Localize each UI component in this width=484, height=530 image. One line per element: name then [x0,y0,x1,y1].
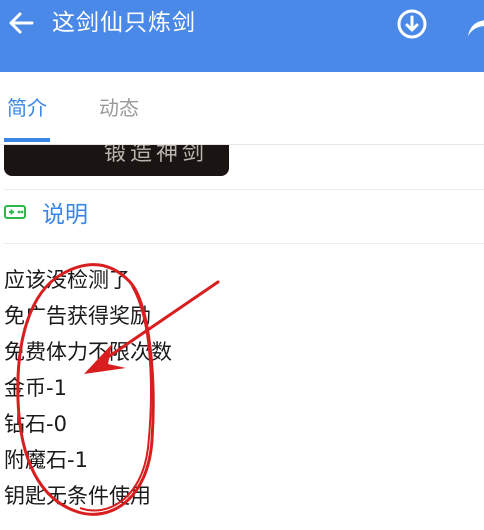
download-button[interactable] [396,8,428,40]
description-line: 免广告获得奖励 [4,304,151,328]
section-heading: 说明 [4,192,88,232]
description-line: 免费体力不限次数 [4,340,172,364]
section-title: 说明 [42,202,88,228]
tab-updates[interactable]: 动态 [92,72,146,144]
share-button[interactable] [466,12,484,38]
download-circle-icon [397,9,427,39]
share-icon [468,20,484,36]
app-screen: 这剑仙只炼剑 简介 动态 锻造神剑 说明 应该没检测了 免广告获得奖励 免费体力… [0,0,484,530]
tab-bar: 简介 动态 [0,72,484,144]
back-button[interactable] [6,8,36,38]
divider [4,189,484,190]
description-line: 应该没检测了 [4,268,130,292]
game-screenshot-thumbnail[interactable]: 锻造神剑 [4,145,229,176]
gamepad-icon [4,205,26,219]
description-line: 钥匙无条件使用 [4,484,151,508]
description-text: 应该没检测了 免广告获得奖励 免费体力不限次数 金币-1 钻石-0 附魔石-1 … [4,262,404,514]
description-line: 金币-1 [4,376,67,400]
screenshot-caption: 锻造神剑 [104,145,209,166]
divider [4,243,484,244]
top-app-bar: 这剑仙只炼剑 [0,0,484,72]
active-tab-indicator [4,138,50,142]
arrow-left-icon [9,12,34,34]
description-line: 附魔石-1 [4,448,88,472]
tab-intro[interactable]: 简介 [0,72,54,144]
description-line: 钻石-0 [4,412,67,436]
page-title: 这剑仙只炼剑 [52,10,196,36]
